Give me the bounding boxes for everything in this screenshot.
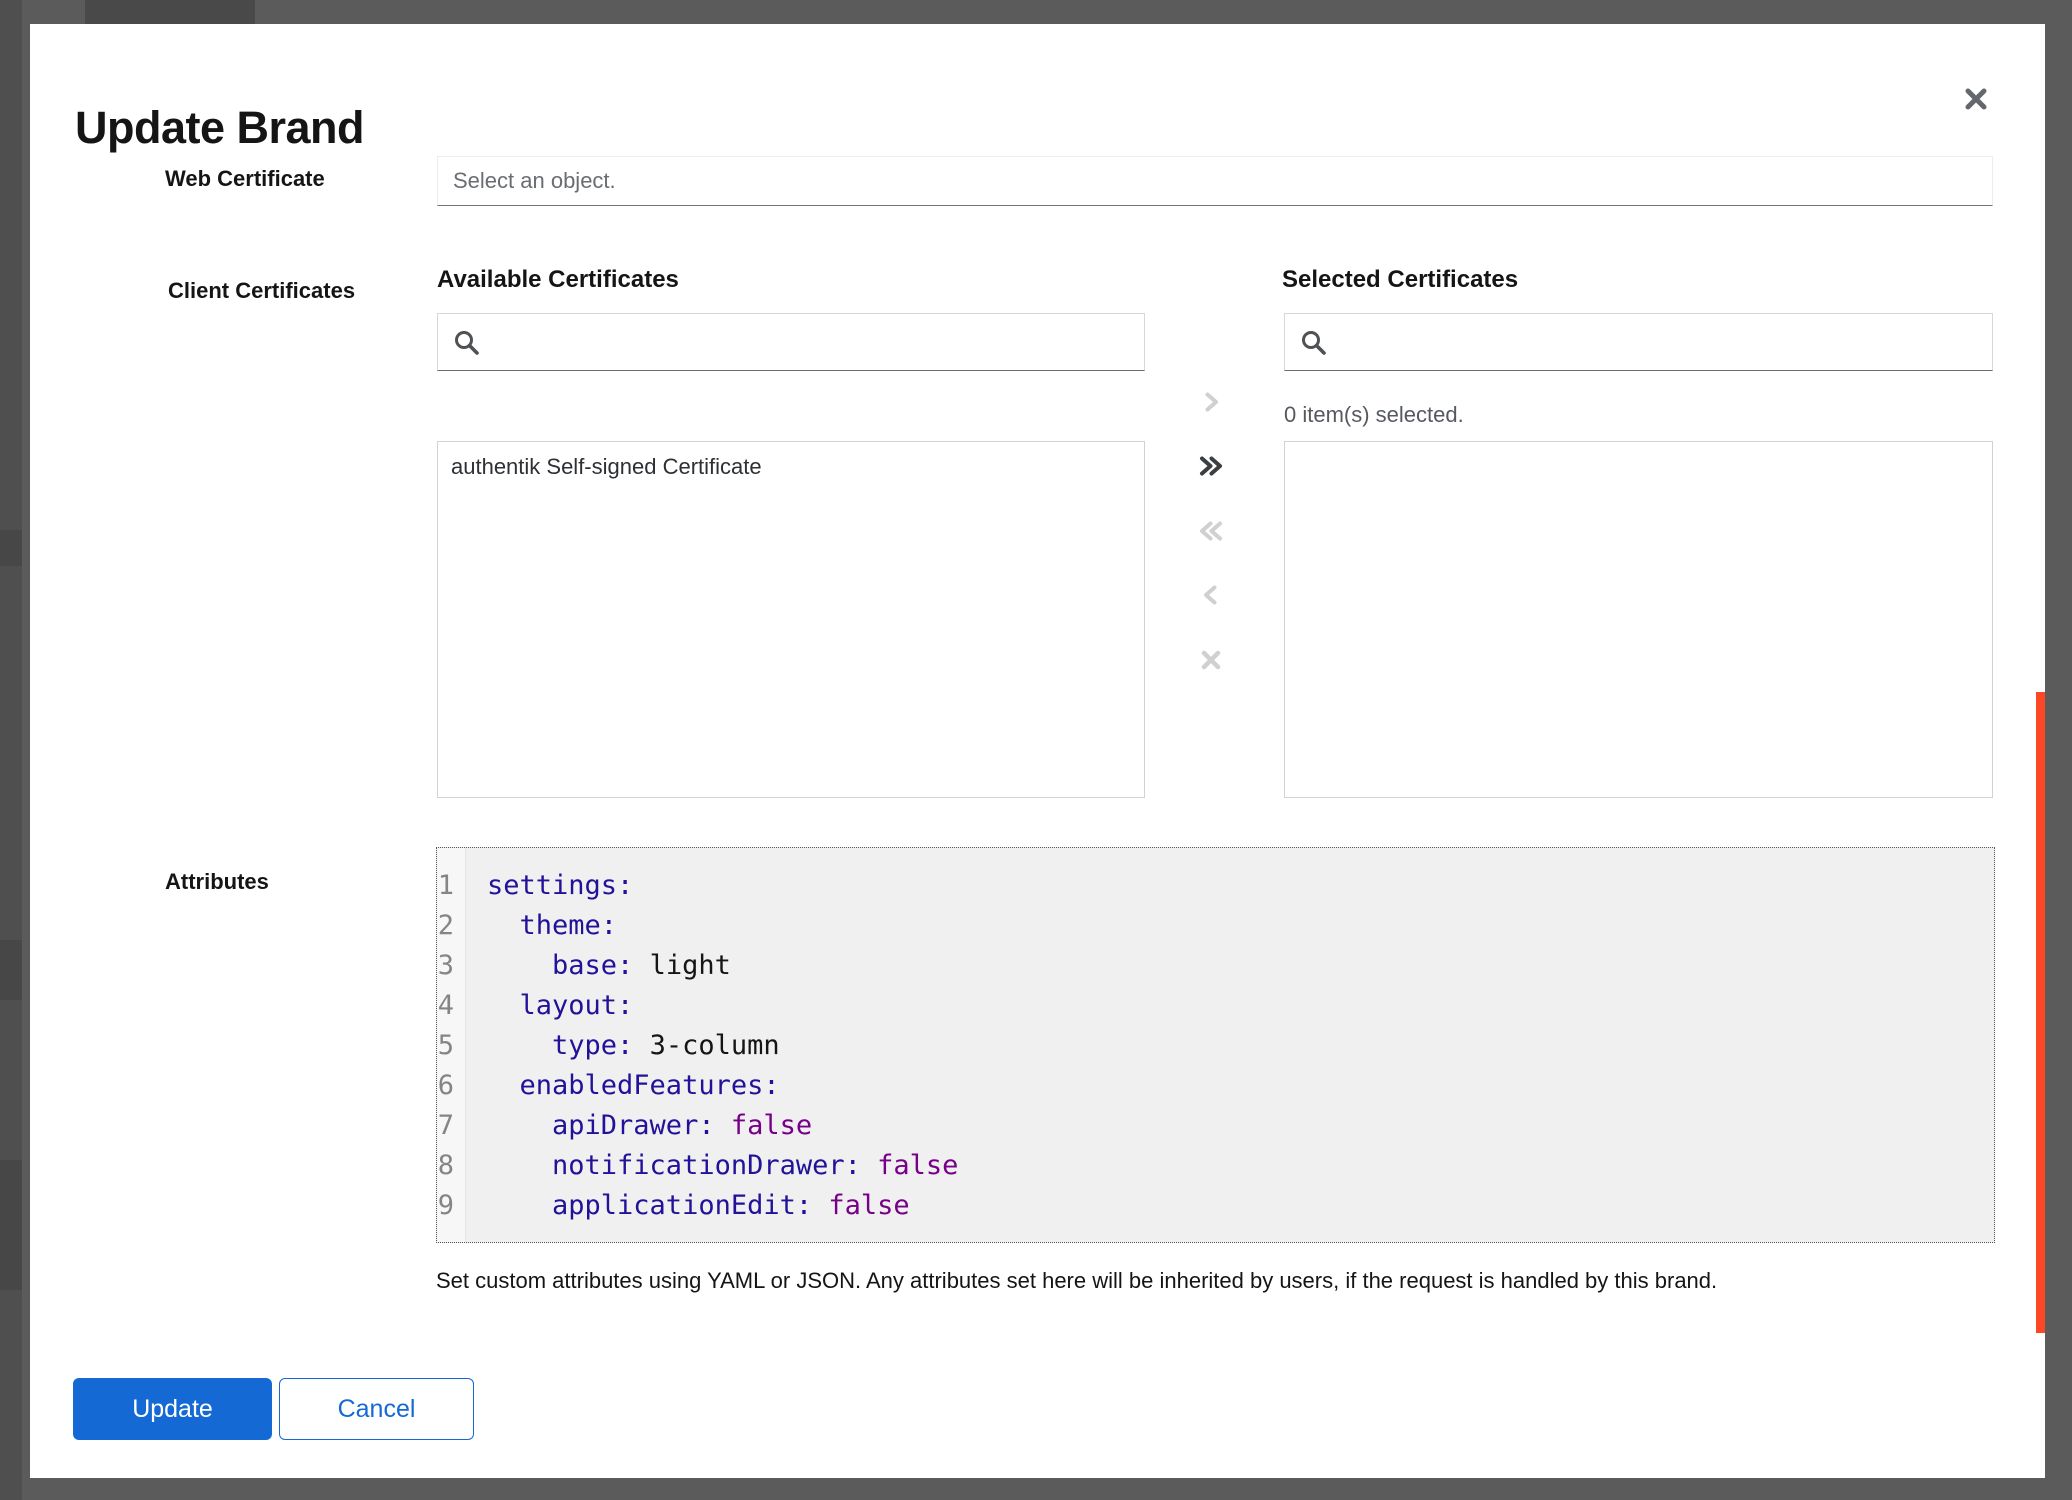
line-number: 4 <box>437 986 487 1026</box>
selected-search-input[interactable] <box>1285 314 1992 370</box>
editor-code-lines: 1settings:2 theme:3 base: light4 layout:… <box>437 848 1994 1226</box>
selected-certificates-heading: Selected Certificates <box>1282 266 1518 294</box>
available-search <box>437 313 1145 371</box>
attributes-help-text: Set custom attributes using YAML or JSON… <box>436 1268 1956 1294</box>
angle-right-icon <box>1198 389 1224 415</box>
code-line: 6 enabledFeatures: <box>437 1066 1994 1106</box>
selected-search <box>1284 313 1993 371</box>
code-line: 9 applicationEdit: false <box>437 1186 1994 1226</box>
yaml-key: theme: <box>487 906 617 946</box>
available-certificates-list[interactable]: authentik Self-signed Certificate <box>437 441 1145 798</box>
yaml-key: type: <box>487 1026 633 1066</box>
accent-bar <box>2036 692 2045 1333</box>
yaml-key: layout: <box>487 986 633 1026</box>
yaml-value: light <box>633 946 731 986</box>
yaml-value: false <box>715 1106 813 1146</box>
attributes-label: Attributes <box>165 869 269 895</box>
remove-selected-button[interactable] <box>1191 575 1231 615</box>
remove-all-button[interactable] <box>1191 511 1231 551</box>
code-line: 5 type: 3-column <box>437 1026 1994 1066</box>
line-number: 3 <box>437 946 487 986</box>
code-line: 7 apiDrawer: false <box>437 1106 1994 1146</box>
code-line: 1settings: <box>437 866 1994 906</box>
available-certificate-item[interactable]: authentik Self-signed Certificate <box>438 442 1144 490</box>
web-certificate-input[interactable] <box>437 156 1993 206</box>
available-search-input[interactable] <box>438 314 1144 370</box>
yaml-key: base: <box>487 946 633 986</box>
code-line: 4 layout: <box>437 986 1994 1026</box>
angle-left-icon <box>1198 582 1224 608</box>
times-icon <box>1198 647 1224 673</box>
available-certificates-heading: Available Certificates <box>437 266 679 294</box>
add-selected-button[interactable] <box>1191 382 1231 422</box>
dimmed-sidebar-item <box>0 1160 22 1290</box>
add-all-button[interactable] <box>1191 446 1231 486</box>
yaml-value: 3-column <box>633 1026 779 1066</box>
line-number: 5 <box>437 1026 487 1066</box>
dimmed-app-sidebar <box>0 0 22 1500</box>
line-number: 1 <box>437 866 487 906</box>
selected-certificates-list[interactable] <box>1284 441 1993 798</box>
dimmed-sidebar-item <box>0 530 22 566</box>
code-line: 2 theme: <box>437 906 1994 946</box>
attributes-code-editor[interactable]: 1settings:2 theme:3 base: light4 layout:… <box>436 847 1995 1243</box>
cancel-button[interactable]: Cancel <box>279 1378 474 1440</box>
web-certificate-label: Web Certificate <box>165 166 325 192</box>
yaml-key: applicationEdit: <box>487 1186 812 1226</box>
update-brand-modal: Update Brand Web Certificate Client Cert… <box>30 24 2045 1478</box>
yaml-key: apiDrawer: <box>487 1106 715 1146</box>
line-number: 7 <box>437 1106 487 1146</box>
yaml-key: enabledFeatures: <box>487 1066 780 1106</box>
yaml-key: notificationDrawer: <box>487 1146 861 1186</box>
angle-double-left-icon <box>1196 518 1226 544</box>
line-number: 6 <box>437 1066 487 1106</box>
close-icon <box>1961 84 1991 114</box>
close-button[interactable] <box>1959 82 1993 116</box>
client-certificates-label: Client Certificates <box>168 278 355 304</box>
code-line: 8 notificationDrawer: false <box>437 1146 1994 1186</box>
yaml-key: settings: <box>487 866 633 906</box>
yaml-value: false <box>812 1186 910 1226</box>
dimmed-sidebar-item <box>0 940 22 1000</box>
yaml-value: false <box>861 1146 959 1186</box>
line-number: 9 <box>437 1186 487 1226</box>
selected-count-status: 0 item(s) selected. <box>1284 402 1464 428</box>
clear-selection-button[interactable] <box>1191 640 1231 680</box>
line-number: 2 <box>437 906 487 946</box>
page-title: Update Brand <box>75 102 364 154</box>
update-button[interactable]: Update <box>73 1378 272 1440</box>
angle-double-right-icon <box>1196 453 1226 479</box>
code-line: 3 base: light <box>437 946 1994 986</box>
line-number: 8 <box>437 1146 487 1186</box>
